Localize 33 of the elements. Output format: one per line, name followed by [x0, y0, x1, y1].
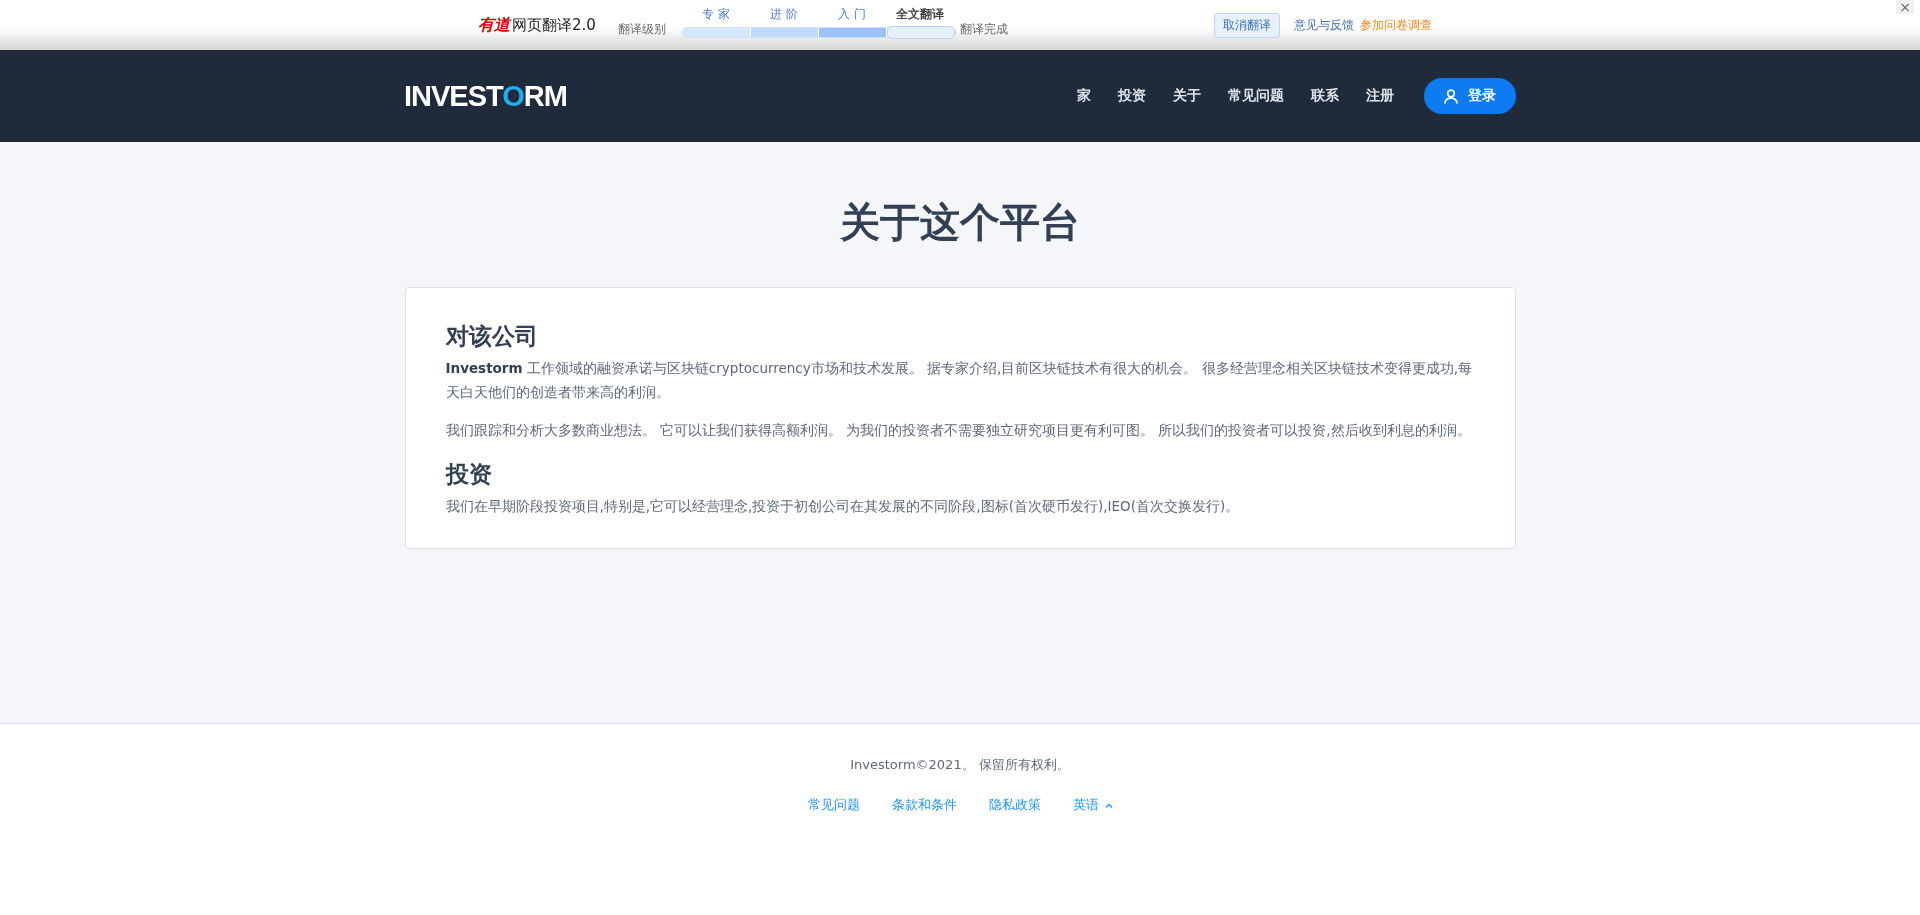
nav-link[interactable]: 常见问题 — [1228, 87, 1284, 105]
level-label: 翻译级别 — [617, 20, 666, 38]
login-button[interactable]: 登录 — [1424, 78, 1516, 114]
nav-link[interactable]: 注册 — [1366, 87, 1394, 105]
level-option[interactable]: 进 阶 — [749, 6, 818, 23]
brand-logo: 有道 — [478, 14, 510, 36]
nav-link[interactable]: 关于 — [1173, 87, 1201, 105]
section-heading: 投资 — [445, 459, 493, 489]
feedback-link[interactable]: 意见与反馈 — [1293, 16, 1354, 34]
level-slider[interactable] — [681, 27, 956, 38]
close-button[interactable]: × — [1896, 0, 1914, 14]
cancel-translation-button[interactable]: 取消翻译 — [1213, 12, 1280, 38]
language-selector[interactable]: 英语 — [1072, 796, 1113, 814]
product-name: 网页翻译2.0 — [512, 15, 596, 35]
level-option[interactable]: 全文翻译 — [885, 6, 954, 23]
footer-link[interactable]: 隐私政策 — [988, 796, 1041, 814]
section-heading: 对该公司 — [445, 322, 539, 351]
footer-link[interactable]: 常见问题 — [807, 796, 860, 814]
status-text: 翻译完成 — [959, 20, 1008, 38]
logo[interactable]: INVESTORM — [404, 79, 567, 113]
level-option[interactable]: 专 家 — [681, 6, 750, 23]
nav-link[interactable]: 家 — [1077, 87, 1091, 105]
nav-link[interactable]: 联系 — [1311, 87, 1339, 105]
user-icon — [1444, 88, 1458, 104]
level-option[interactable]: 入 门 — [817, 6, 886, 23]
paragraph: Investorm 工作领域的融资承诺与区块链cryptocurrency市场和技术发展。 据专家介绍,目前区块链技术有很大的机会。 很多经营理念相关区块链技术变得更成功,每天白天他们的创造者带来高的利润。 — [445, 358, 1473, 402]
paragraph: 我们跟踪和分析大多数商业想法。 它可以让我们获得高额利润。 为我们的投资者不需要独立研究项目更有利可图。 所以我们的投资者可以投资,然后收到利息的利润。 — [445, 420, 1472, 440]
nav-link[interactable]: 投资 — [1118, 87, 1146, 105]
footer-link[interactable]: 条款和条件 — [891, 796, 957, 814]
caret-up-icon — [1104, 802, 1113, 808]
copyright-text: Investorm©2021。 保留所有权利。 — [850, 756, 1070, 774]
paragraph: 我们在早期阶段投资项目,特别是,它可以经营理念,投资于初创公司在其发展的不同阶段,图标(首次硬币发行),IEO(首次交换发行)。 — [445, 496, 1241, 516]
page-title: 关于这个平台 — [840, 202, 1080, 242]
